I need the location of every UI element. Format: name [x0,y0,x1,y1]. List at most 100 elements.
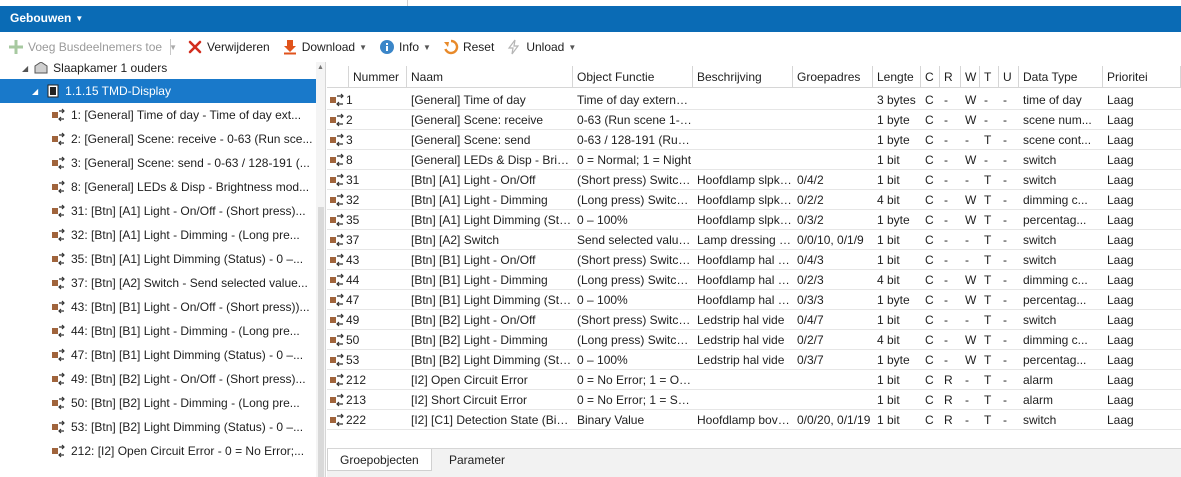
tree-item-group-object[interactable]: 1: [General] Time of day - Time of day e… [0,103,316,127]
tree-item-group-object[interactable]: 35: [Btn] [A1] Light Dimming (Status) - … [0,247,316,271]
table-row[interactable]: 53 [Btn] [B2] Light Dimming (Stat... 0 – 1… [327,350,1181,370]
tree-vertical-scrollbar[interactable]: ▲ [316,62,325,477]
table-cell: Laag [1107,153,1134,167]
tree-item-group-object[interactable]: 44: [Btn] [B1] Light - Dimming - (Long p… [0,319,316,343]
tree-item-device[interactable]: ◢ 1.1.15 TMD-Display [0,79,316,103]
tab-parameter[interactable]: Parameter [437,449,517,471]
table-cell: - [1003,293,1007,307]
table-cell: - [1003,393,1007,407]
table-row[interactable]: 212 [I2] Open Circuit Error 0 = No Error; … [327,370,1181,390]
table-row[interactable]: 8 [General] LEDs & Disp - Bright... 0 = No… [327,150,1181,170]
tree-item-group-object[interactable]: 53: [Btn] [B2] Light Dimming (Status) - … [0,415,316,439]
column-header[interactable]: U [999,66,1019,88]
table-cell: - [944,153,948,167]
column-header[interactable]: T [980,66,999,88]
table-row[interactable]: 3 [General] Scene: send 0-63 / 128-191 (Ru… [327,130,1181,150]
column-header[interactable]: C [921,66,940,88]
group-objects-grid[interactable]: Nummer Naam Object Functie Beschrijving Groe… [327,62,1181,477]
reset-button[interactable]: Reset [443,36,494,58]
table-cell: 1 bit [877,413,900,427]
tree-item-group-object[interactable]: 3: [General] Scene: send - 0-63 / 128-19… [0,151,316,175]
table-cell [693,110,793,130]
table-row[interactable]: 50 [Btn] [B2] Light - Dimming (Long press)… [327,330,1181,350]
table-cell: - [1003,113,1007,127]
table-cell: Time of day external r... [577,93,693,107]
table-row[interactable]: 31 [Btn] [A1] Light - On/Off (Short press)… [327,170,1181,190]
table-cell: Laag [1107,113,1134,127]
table-row[interactable]: 222 [I2] [C1] Detection State (Binary) Bin… [327,410,1181,430]
table-cell: - [965,133,969,147]
tree-item-group-object[interactable]: 49: [Btn] [B2] Light - On/Off - (Short p… [0,367,316,391]
add-dropdown-arrow[interactable]: ▼ [169,36,177,58]
table-cell: C [925,113,934,127]
table-row[interactable]: 1 [General] Time of day Time of day extern… [327,90,1181,110]
scroll-up-icon[interactable]: ▲ [317,64,324,71]
scrollbar-thumb[interactable] [318,207,324,477]
table-cell: T [984,273,992,287]
tree-item-group-object[interactable]: 32: [Btn] [A1] Light - Dimming - (Long p… [0,223,316,247]
table-cell: - [1003,133,1007,147]
table-cell: 0/4/2 [797,173,824,187]
table-cell: Hoofdlamp slpk o... [697,213,793,227]
table-cell: - [1003,153,1007,167]
panel-title[interactable]: Gebouwen ▼ [10,11,83,25]
table-cell: 49 [346,313,360,327]
column-header[interactable]: Object Functie [573,66,693,88]
table-row[interactable]: 35 [Btn] [A1] Light Dimming (Stat... 0 – 1… [327,210,1181,230]
column-header[interactable]: Naam [407,66,573,88]
column-header[interactable]: Beschrijving [693,66,793,88]
group-object-icon [52,156,65,170]
tree-item-group-object[interactable]: 8: [General] LEDs & Disp - Brightness mo… [0,175,316,199]
column-header[interactable]: Data Type [1019,66,1103,88]
table-cell: 35 [346,213,360,227]
delete-button[interactable]: Verwijderen [187,36,270,58]
expand-arrow-icon[interactable]: ◢ [22,64,28,73]
column-header[interactable]: Prioritei [1103,66,1181,88]
expand-arrow-icon[interactable]: ◢ [32,87,38,96]
table-row[interactable]: 49 [Btn] [B2] Light - On/Off (Short press)… [327,310,1181,330]
info-button[interactable]: Info ▼ [379,36,431,58]
tree-item-label: 50: [Btn] [B2] Light - Dimming - (Long p… [71,396,300,410]
column-header[interactable]: R [940,66,961,88]
column-header[interactable]: Nummer [349,66,407,88]
column-header[interactable]: Groepadres [793,66,873,88]
tree-item-group-object[interactable]: 2: [General] Scene: receive - 0-63 (Run … [0,127,316,151]
tree-item-room[interactable]: ◢ Slaapkamer 1 ouders [0,62,316,80]
table-row[interactable]: 37 [Btn] [A2] Switch Send selected value o… [327,230,1181,250]
table-cell: - [1003,353,1007,367]
table-row[interactable]: 43 [Btn] [B1] Light - On/Off (Short press)… [327,250,1181,270]
tree-item-group-object[interactable]: 43: [Btn] [B1] Light - On/Off - (Short p… [0,295,316,319]
table-cell: Laag [1107,313,1134,327]
add-bus-devices-button[interactable]: Voeg Busdeelnemers toe [8,36,162,58]
device-tree[interactable]: ◢ Slaapkamer 1 ouders ◢ 1.1.15 TMD-Display 1… [0,62,326,477]
table-row[interactable]: 213 [I2] Short Circuit Error 0 = No Error;… [327,390,1181,410]
tree-item-group-object[interactable]: 212: [I2] Open Circuit Error - 0 = No Er… [0,439,316,463]
table-cell: 1 bit [877,373,900,387]
table-cell: [Btn] [A2] Switch [411,233,500,247]
tree-item-group-object[interactable]: 31: [Btn] [A1] Light - On/Off - (Short p… [0,199,316,223]
table-cell: 1 bit [877,233,900,247]
table-cell: percentag... [1023,353,1087,367]
tree-item-group-object[interactable]: 50: [Btn] [B2] Light - Dimming - (Long p… [0,391,316,415]
panel-header[interactable]: Gebouwen ▼ [0,6,1181,32]
table-cell: [I2] Open Circuit Error [411,373,528,387]
tree-item-label: 3: [General] Scene: send - 0-63 / 128-19… [71,156,310,170]
tree-item-label: 44: [Btn] [B1] Light - Dimming - (Long p… [71,324,300,338]
tab-group-objects[interactable]: Groepobjecten [327,449,432,471]
table-cell: 1 bit [877,393,900,407]
table-cell [793,370,873,390]
unload-button[interactable]: Unload ▼ [506,36,576,58]
table-row[interactable]: 47 [Btn] [B1] Light Dimming (Stat... 0 – 1… [327,290,1181,310]
table-cell: switch [1023,413,1057,427]
table-cell: C [925,313,934,327]
column-header[interactable]: Lengte [873,66,921,88]
table-row[interactable]: 32 [Btn] [A1] Light - Dimming (Long press)… [327,190,1181,210]
tree-item-group-object[interactable]: 37: [Btn] [A2] Switch - Send selected va… [0,271,316,295]
column-header[interactable]: W [961,66,980,88]
table-row[interactable]: 44 [Btn] [B1] Light - Dimming (Long press)… [327,270,1181,290]
table-cell: C [925,93,934,107]
table-row[interactable]: 2 [General] Scene: receive 0-63 (Run scene… [327,110,1181,130]
download-button[interactable]: Download ▼ [282,36,367,58]
table-cell: Laag [1107,173,1134,187]
tree-item-group-object[interactable]: 47: [Btn] [B1] Light Dimming (Status) - … [0,343,316,367]
